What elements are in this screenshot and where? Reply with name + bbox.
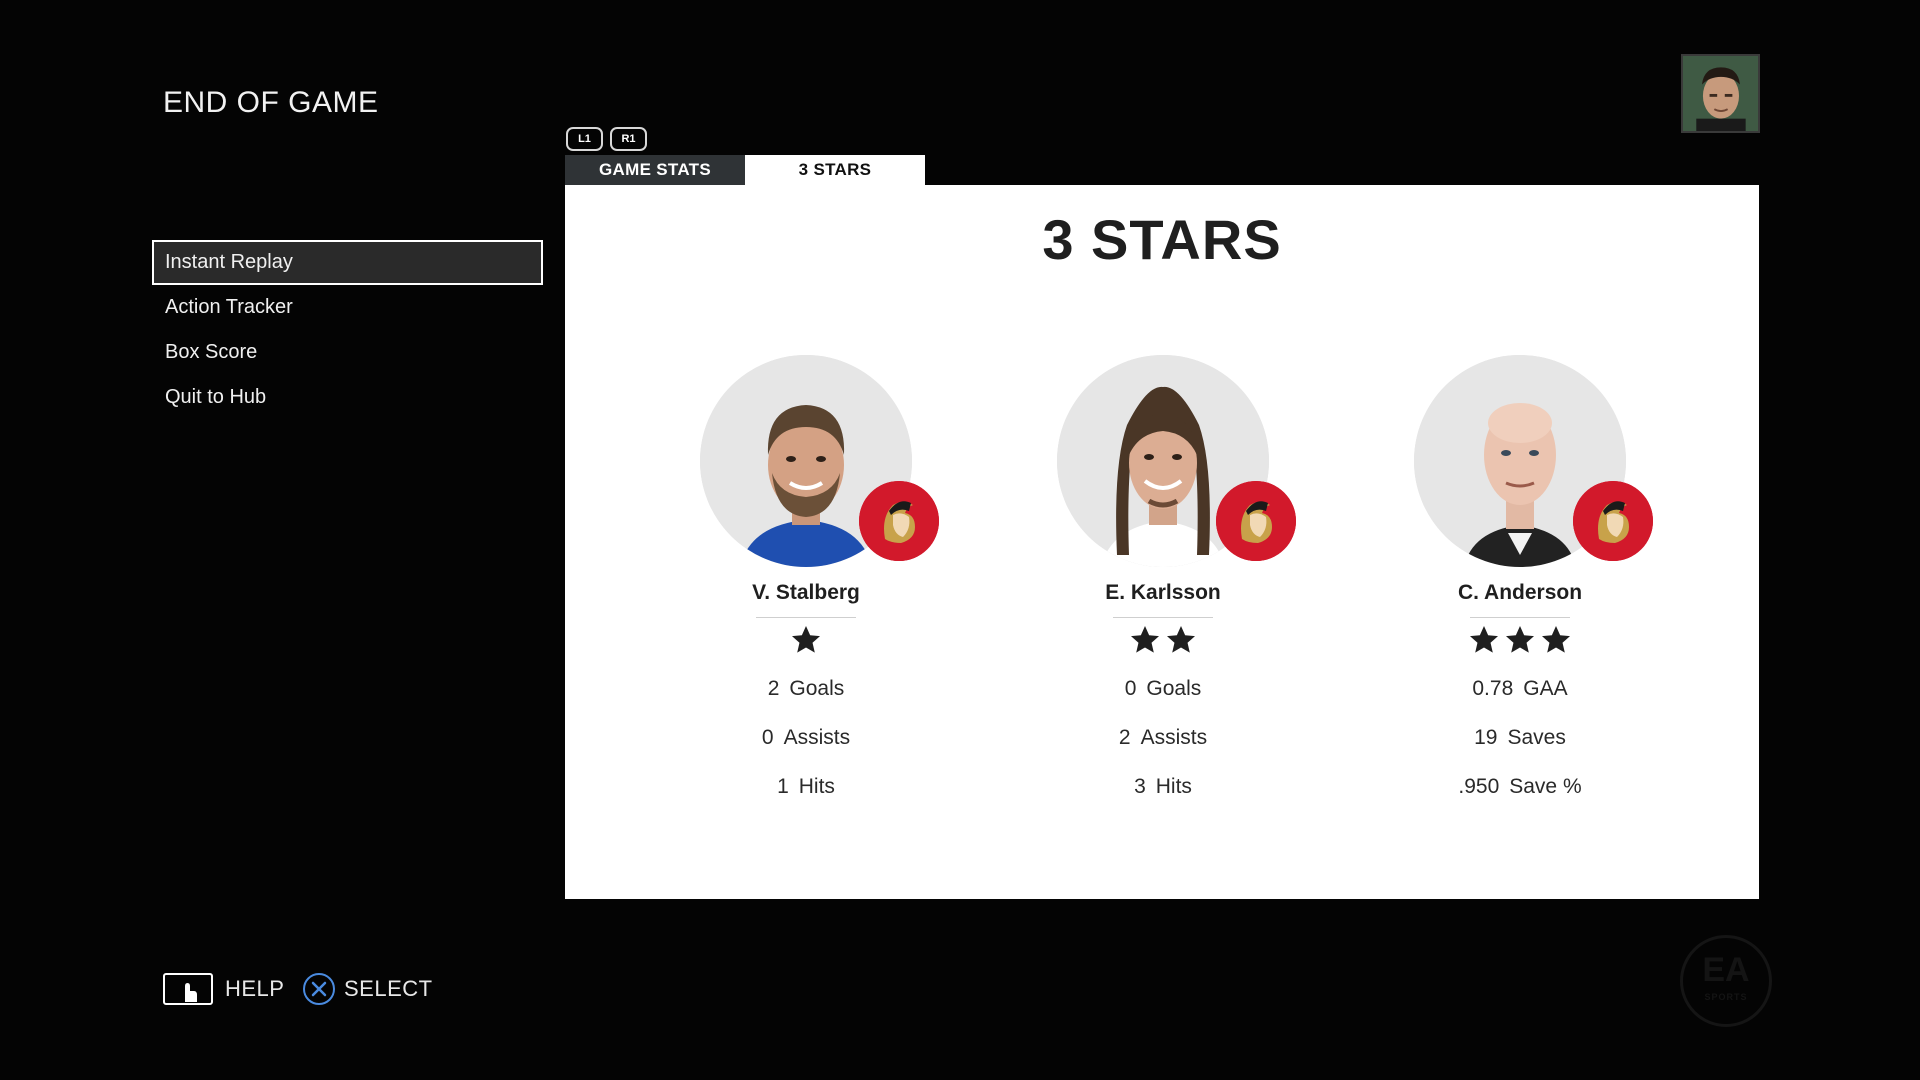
menu-item-quit-to-hub[interactable]: Quit to Hub bbox=[152, 375, 543, 420]
star-icon bbox=[790, 624, 822, 656]
stat-value: 1 bbox=[777, 775, 789, 798]
page-title: END OF GAME bbox=[163, 86, 379, 119]
cross-button-icon bbox=[303, 973, 335, 1005]
stat-value: 3 bbox=[1134, 775, 1146, 798]
stat-value: 0 bbox=[761, 726, 774, 749]
touchpad-icon bbox=[163, 973, 213, 1005]
stat-label: Hits bbox=[798, 775, 835, 798]
player-card: V. Stalberg 2 Goals 0 Assists 1 Hits bbox=[676, 355, 939, 811]
stat-value: 19 bbox=[1474, 726, 1498, 749]
stat-value: .950 bbox=[1458, 775, 1500, 798]
star-icon bbox=[1165, 624, 1197, 656]
help-prompt[interactable]: HELP bbox=[163, 973, 284, 1005]
star-rating bbox=[1033, 624, 1293, 664]
star-rating bbox=[1390, 624, 1650, 664]
stat-row: 2 Goals bbox=[676, 664, 936, 713]
player-card: C. Anderson 0.78 GAA 19 Saves .950 Save % bbox=[1390, 355, 1653, 811]
team-logo-icon bbox=[1216, 481, 1296, 561]
stat-value: 2 bbox=[1118, 726, 1131, 749]
stat-value: 0.78 bbox=[1472, 677, 1514, 700]
stat-label: Goals bbox=[1146, 677, 1202, 700]
stat-label: Saves bbox=[1507, 726, 1566, 749]
stat-label: Hits bbox=[1155, 775, 1192, 798]
help-label: HELP bbox=[225, 976, 285, 1001]
stat-value: 2 bbox=[767, 677, 780, 700]
divider bbox=[756, 617, 856, 618]
panel-title: 3 STARS bbox=[1042, 208, 1282, 271]
l1-button-icon[interactable]: L1 bbox=[566, 127, 603, 151]
team-logo-icon bbox=[859, 481, 939, 561]
star-icon bbox=[1129, 624, 1161, 656]
stat-row: 1 Hits bbox=[676, 762, 936, 811]
stat-label: Goals bbox=[789, 677, 845, 700]
stat-row: 19 Saves bbox=[1390, 713, 1650, 762]
menu-item-action-tracker[interactable]: Action Tracker bbox=[152, 285, 543, 330]
player-name: V. Stalberg bbox=[752, 581, 860, 604]
stat-row: 3 Hits bbox=[1033, 762, 1293, 811]
star-icon bbox=[1540, 624, 1572, 656]
select-prompt[interactable]: SELECT bbox=[303, 973, 433, 1005]
avatar-face-icon bbox=[1683, 56, 1758, 131]
star-icon bbox=[1504, 624, 1536, 656]
stat-row: 0.78 GAA bbox=[1390, 664, 1650, 713]
stat-label: Assists bbox=[783, 726, 851, 749]
player-card: E. Karlsson 0 Goals 2 Assists 3 Hits bbox=[1033, 355, 1296, 811]
tab-3-stars[interactable]: 3 STARS bbox=[745, 155, 925, 185]
stat-label: Save % bbox=[1509, 775, 1582, 798]
ea-sports-logo: EA SPORTS bbox=[1680, 935, 1772, 1027]
menu-item-instant-replay[interactable]: Instant Replay bbox=[152, 240, 543, 285]
player-name: E. Karlsson bbox=[1105, 581, 1221, 604]
user-avatar[interactable] bbox=[1681, 54, 1760, 133]
menu-item-box-score[interactable]: Box Score bbox=[152, 330, 543, 375]
player-name: C. Anderson bbox=[1457, 581, 1583, 604]
three-stars-panel: 3 STARS V. Stalberg 2 Goals 0 Assists 1 … bbox=[565, 185, 1759, 899]
stat-row: 0 Goals bbox=[1033, 664, 1293, 713]
stat-row: 2 Assists bbox=[1033, 713, 1293, 762]
stat-label: Assists bbox=[1140, 726, 1208, 749]
stat-row: .950 Save % bbox=[1390, 762, 1650, 811]
stat-label: GAA bbox=[1523, 677, 1568, 700]
r1-button-icon[interactable]: R1 bbox=[610, 127, 647, 151]
divider bbox=[1470, 617, 1570, 618]
stat-value: 0 bbox=[1124, 677, 1137, 700]
star-icon bbox=[1468, 624, 1500, 656]
team-logo-icon bbox=[1573, 481, 1653, 561]
tab-bar: GAME STATS 3 STARS bbox=[565, 155, 925, 185]
tab-game-stats[interactable]: GAME STATS bbox=[565, 155, 745, 185]
stat-row: 0 Assists bbox=[676, 713, 936, 762]
divider bbox=[1113, 617, 1213, 618]
end-of-game-menu: Instant Replay Action Tracker Box Score … bbox=[152, 240, 543, 420]
select-label: SELECT bbox=[344, 976, 433, 1001]
star-rating bbox=[676, 624, 936, 664]
